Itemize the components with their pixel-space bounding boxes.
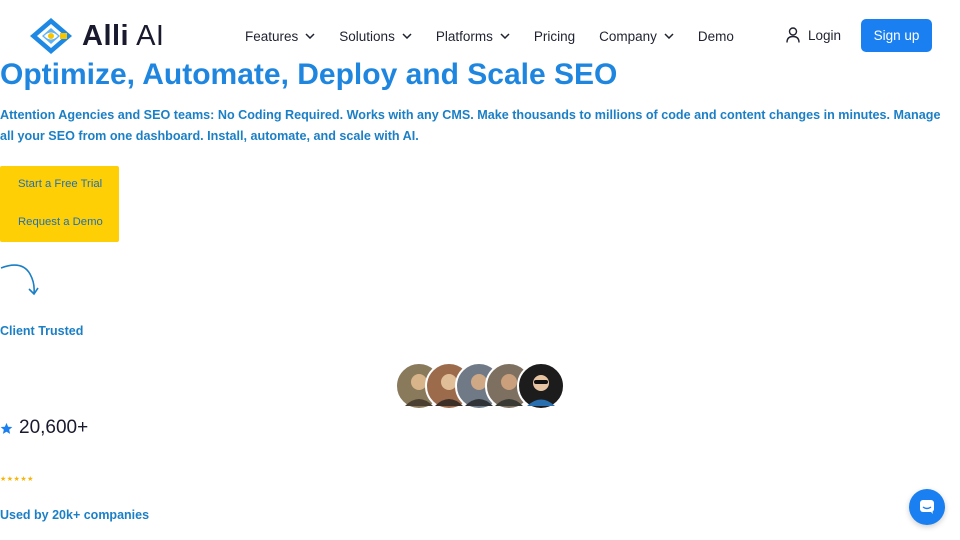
client-count: 20,600+ [19, 417, 89, 438]
used-by-label: Used by 20k+ companies [0, 508, 150, 522]
nav-solutions-label: Solutions [339, 28, 395, 44]
cta-box: Start a Free Trial Request a Demo [0, 166, 119, 242]
nav-features-label: Features [245, 28, 299, 44]
chevron-down-icon [664, 33, 674, 39]
star-icon [0, 422, 13, 434]
chevron-down-icon [500, 33, 510, 39]
avatar [517, 362, 565, 410]
login-label: Login [808, 27, 842, 43]
nav-platforms[interactable]: Platforms [436, 26, 510, 46]
request-demo-link[interactable]: Request a Demo [18, 216, 103, 228]
logo-wordmark: Alli AI [82, 19, 165, 52]
nav-company[interactable]: Company [599, 26, 674, 46]
start-free-trial-link[interactable]: Start a Free Trial [18, 178, 102, 190]
main-nav: Features Solutions Platforms Pricing Com… [245, 26, 758, 46]
user-icon [786, 27, 800, 43]
chat-icon [920, 500, 934, 514]
client-avatars [395, 362, 565, 410]
alli-ai-logo[interactable]: Alli AI [28, 16, 164, 56]
alli-logo-icon [30, 18, 72, 54]
hero-title: Optimize, Automate, Deploy and Scale SEO [0, 58, 618, 91]
nav-features[interactable]: Features [245, 26, 315, 46]
login-link[interactable]: Login [786, 27, 841, 43]
chevron-down-icon [305, 33, 315, 39]
rating-stars: ★★★★★ [0, 476, 34, 483]
nav-pricing-label: Pricing [533, 28, 576, 44]
signup-button[interactable]: Sign up [861, 19, 932, 52]
nav-company-label: Company [599, 28, 657, 44]
nav-demo-label: Demo [697, 28, 734, 44]
rating-row: 20,600+ [0, 417, 88, 439]
nav-demo[interactable]: Demo [698, 26, 734, 46]
hero-subtitle: Attention Agencies and SEO teams: No Cod… [0, 108, 941, 143]
nav-platforms-label: Platforms [435, 28, 493, 44]
chevron-down-icon [402, 33, 412, 39]
nav-solutions[interactable]: Solutions [339, 26, 412, 46]
client-trusted-label: Client Trusted [0, 324, 84, 338]
curved-arrow-icon [0, 264, 39, 296]
chat-widget-button[interactable] [909, 489, 945, 525]
nav-pricing[interactable]: Pricing [534, 26, 575, 46]
